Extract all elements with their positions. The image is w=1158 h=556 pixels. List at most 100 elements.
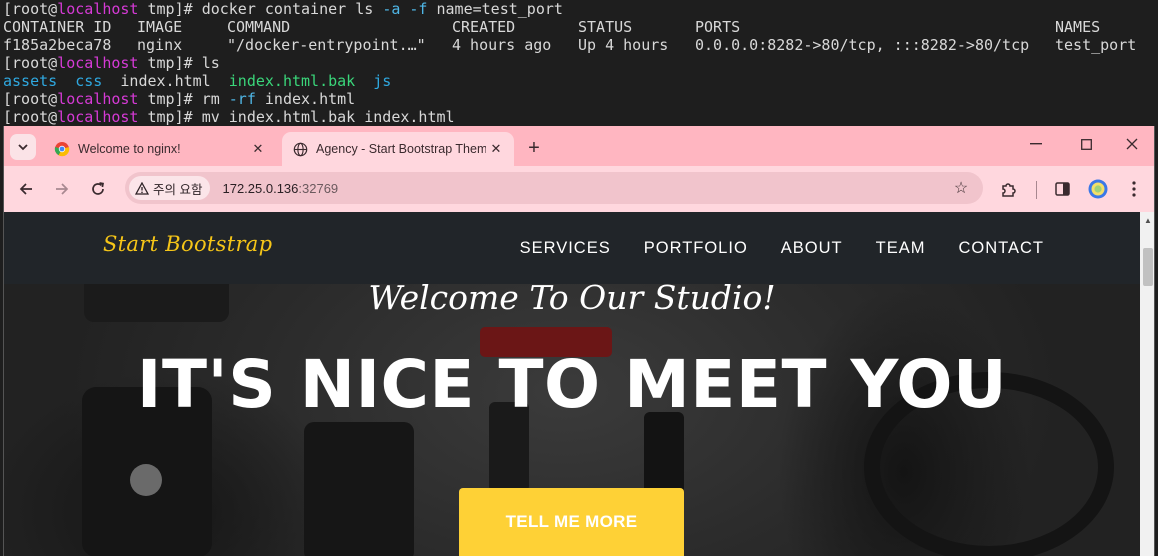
header-image: IMAGE bbox=[137, 18, 183, 36]
command-text: index.html bbox=[255, 90, 356, 108]
terminal-line-rm: [root@localhost tmp]# rm -rf index.html bbox=[3, 90, 1158, 108]
scrollbar-thumb[interactable] bbox=[1143, 248, 1153, 286]
tab-welcome-nginx[interactable]: Welcome to nginx! ✕ bbox=[44, 132, 276, 166]
ls-dir-css: css bbox=[75, 72, 103, 90]
command-text: mv index.html.bak index.html bbox=[201, 108, 455, 126]
reload-button[interactable] bbox=[84, 175, 112, 203]
tab-close-icon[interactable]: ✕ bbox=[248, 139, 268, 159]
header-command: COMMAND bbox=[227, 18, 291, 36]
header-container-id: CONTAINER ID bbox=[3, 18, 112, 36]
warning-icon bbox=[135, 181, 149, 195]
tab-title: Welcome to nginx! bbox=[78, 142, 181, 156]
url-host: 172.25.0.136 bbox=[222, 180, 299, 196]
terminal-window[interactable]: [root@localhost tmp]# docker container l… bbox=[0, 0, 1158, 126]
ls-dir-assets: assets bbox=[3, 72, 58, 90]
terminal-line-1: [root@localhost tmp]# docker container l… bbox=[3, 0, 1158, 18]
prompt-open: [root@ bbox=[3, 90, 58, 108]
cell-created: 4 hours ago bbox=[452, 36, 552, 54]
side-panel-icon bbox=[1054, 182, 1070, 196]
tab-agency[interactable]: Agency - Start Bootstrap Theme ✕ bbox=[282, 132, 514, 166]
site-nav: SERVICES PORTFOLIO ABOUT TEAM CONTACT bbox=[487, 212, 1044, 284]
chevron-down-icon bbox=[18, 143, 28, 150]
prompt-host: localhost bbox=[57, 90, 139, 108]
address-bar[interactable]: 주의 요함 172.25.0.136:32769 ☆ bbox=[125, 172, 983, 204]
security-chip[interactable]: 주의 요함 bbox=[129, 176, 211, 200]
globe-icon bbox=[292, 141, 308, 157]
header-created: CREATED bbox=[452, 18, 516, 36]
site-brand[interactable]: Start Bootstrap bbox=[103, 232, 272, 256]
forward-button[interactable] bbox=[48, 175, 76, 203]
hero-subheading: Welcome To Our Studio! bbox=[368, 278, 776, 317]
arrow-right-icon bbox=[56, 183, 69, 195]
ls-output: assets css index.html index.html.bak js bbox=[3, 72, 1158, 90]
command-option: -f bbox=[409, 0, 428, 18]
site-navbar: Start Bootstrap SERVICES PORTFOLIO ABOUT… bbox=[4, 212, 1140, 284]
puzzle-icon bbox=[1001, 182, 1016, 197]
prompt-close: tmp]# bbox=[138, 90, 202, 108]
minimize-icon bbox=[1030, 143, 1042, 145]
profile-button[interactable] bbox=[1084, 175, 1112, 203]
nav-contact[interactable]: CONTACT bbox=[958, 239, 1044, 258]
cell-status: Up 4 hours bbox=[578, 36, 669, 54]
ls-file-index-bak: index.html.bak bbox=[228, 72, 356, 90]
bookmark-star-icon[interactable]: ☆ bbox=[951, 178, 971, 198]
tell-me-more-button[interactable]: TELL ME MORE bbox=[459, 488, 684, 556]
command-text: name=test_port bbox=[427, 0, 563, 18]
new-tab-button[interactable]: + bbox=[522, 136, 546, 160]
arrow-left-icon bbox=[19, 183, 32, 195]
prompt-close: tmp]# bbox=[138, 54, 202, 72]
tab-search-button[interactable] bbox=[10, 134, 36, 160]
maximize-icon bbox=[1080, 138, 1092, 150]
page-scrollbar[interactable]: ▲ bbox=[1140, 212, 1154, 556]
reload-icon bbox=[92, 182, 104, 195]
browser-menu-button[interactable] bbox=[1120, 175, 1148, 203]
hero-decoration bbox=[130, 464, 162, 496]
cell-names: test_port bbox=[1055, 36, 1137, 54]
browser-window: Welcome to nginx! ✕ Agency - Start Boots… bbox=[3, 126, 1155, 556]
url-port: :32769 bbox=[298, 180, 339, 196]
side-panel-button[interactable] bbox=[1048, 175, 1076, 203]
page-viewport[interactable]: Start Bootstrap SERVICES PORTFOLIO ABOUT… bbox=[4, 212, 1140, 556]
kebab-menu-icon bbox=[1132, 181, 1136, 197]
hero-decoration bbox=[304, 422, 414, 556]
prompt-open: [root@ bbox=[3, 108, 58, 126]
plus-icon: + bbox=[528, 136, 540, 159]
ls-dir-js: js bbox=[373, 72, 392, 90]
terminal-line-mv: [root@localhost tmp]# mv index.html.bak … bbox=[3, 108, 1158, 126]
terminal-line-ls: [root@localhost tmp]# ls bbox=[3, 54, 1158, 72]
header-ports: PORTS bbox=[695, 18, 741, 36]
command-option: -a bbox=[382, 0, 401, 18]
close-window-button[interactable] bbox=[1114, 132, 1150, 156]
security-chip-label: 주의 요함 bbox=[153, 182, 203, 197]
maximize-button[interactable] bbox=[1068, 132, 1104, 156]
back-button[interactable] bbox=[12, 175, 40, 203]
ls-file-index: index.html bbox=[120, 72, 211, 90]
command-text: ls bbox=[201, 54, 220, 72]
tab-close-icon[interactable]: ✕ bbox=[486, 139, 506, 159]
cell-container-id: f185a2beca78 bbox=[3, 36, 112, 54]
prompt-host: localhost bbox=[57, 54, 139, 72]
avatar bbox=[1088, 179, 1108, 199]
cell-ports: 0.0.0.0:8282->80/tcp, :::8282->80/tcp bbox=[695, 36, 1030, 54]
prompt-host: localhost bbox=[57, 108, 139, 126]
chrome-globe-icon bbox=[54, 141, 70, 157]
header-status: STATUS bbox=[578, 18, 633, 36]
cell-command: "/docker-entrypoint.…" bbox=[227, 36, 426, 54]
extensions-button[interactable] bbox=[994, 175, 1022, 203]
prompt-open: [root@ bbox=[3, 54, 58, 72]
cell-image: nginx bbox=[137, 36, 183, 54]
command-text: rm bbox=[201, 90, 229, 108]
command-text: docker container ls bbox=[201, 0, 383, 18]
nav-about[interactable]: ABOUT bbox=[781, 239, 843, 258]
scroll-up-arrow-icon[interactable]: ▲ bbox=[1140, 212, 1154, 228]
command-option: -rf bbox=[228, 90, 256, 108]
prompt-close: tmp]# bbox=[138, 108, 202, 126]
header-names: NAMES bbox=[1055, 18, 1101, 36]
tab-title: Agency - Start Bootstrap Theme bbox=[316, 142, 486, 156]
prompt-host: localhost bbox=[57, 0, 139, 18]
nav-portfolio[interactable]: PORTFOLIO bbox=[644, 239, 748, 258]
minimize-button[interactable] bbox=[1018, 132, 1054, 156]
docker-table-row: f185a2beca78 nginx "/docker-entrypoint.…… bbox=[3, 36, 1158, 54]
nav-services[interactable]: SERVICES bbox=[520, 239, 611, 258]
nav-team[interactable]: TEAM bbox=[876, 239, 926, 258]
